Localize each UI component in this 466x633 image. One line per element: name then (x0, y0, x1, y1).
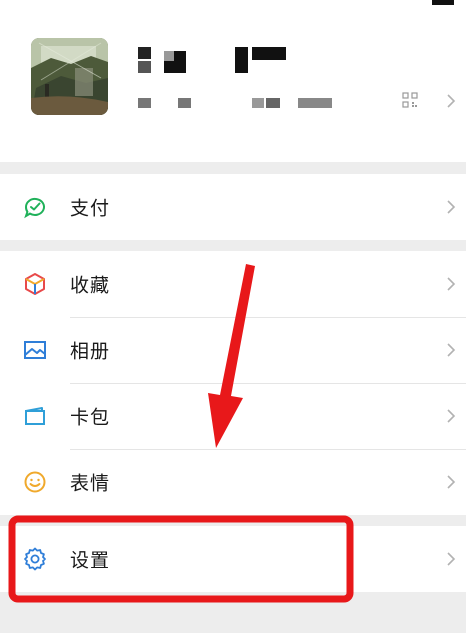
menu-item-label: 支付 (70, 197, 111, 220)
menu-item-stickers[interactable]: 表情 (0, 449, 466, 515)
smiley-icon (24, 471, 46, 493)
chevron-right-icon (447, 552, 456, 566)
censored-name-2 (235, 47, 290, 75)
chevron-right-icon (447, 277, 456, 291)
services-group: 收藏 相册 卡包 表情 (0, 251, 466, 515)
censored-name (138, 47, 220, 75)
chevron-right-icon (447, 200, 456, 214)
avatar[interactable] (31, 38, 108, 115)
chevron-right-icon[interactable] (446, 94, 456, 108)
gear-icon (24, 547, 46, 571)
qr-code-icon[interactable] (402, 92, 418, 108)
menu-item-pay[interactable]: 支付 (0, 174, 466, 240)
menu-item-label: 表情 (70, 472, 111, 495)
menu-item-label: 卡包 (70, 406, 111, 429)
chevron-right-icon (447, 343, 456, 357)
menu-item-favorites[interactable]: 收藏 (0, 251, 466, 317)
chevron-right-icon (447, 475, 456, 489)
image-icon (24, 341, 46, 359)
pay-icon (24, 197, 45, 219)
wallet-icon (25, 407, 45, 425)
status-bar-fragment (432, 0, 454, 5)
chevron-right-icon (447, 409, 456, 423)
menu-item-settings[interactable]: 设置 (0, 526, 466, 592)
menu-item-label: 设置 (70, 549, 111, 572)
menu-item-label: 收藏 (70, 274, 111, 297)
menu-item-label: 相册 (70, 340, 111, 363)
censored-id (138, 98, 338, 110)
menu-item-cards[interactable]: 卡包 (0, 383, 466, 449)
settings-group: 设置 (0, 526, 466, 592)
menu-item-album[interactable]: 相册 (0, 317, 466, 383)
profile-header[interactable] (0, 0, 466, 162)
pay-group: 支付 (0, 174, 466, 240)
cube-icon (25, 273, 45, 295)
